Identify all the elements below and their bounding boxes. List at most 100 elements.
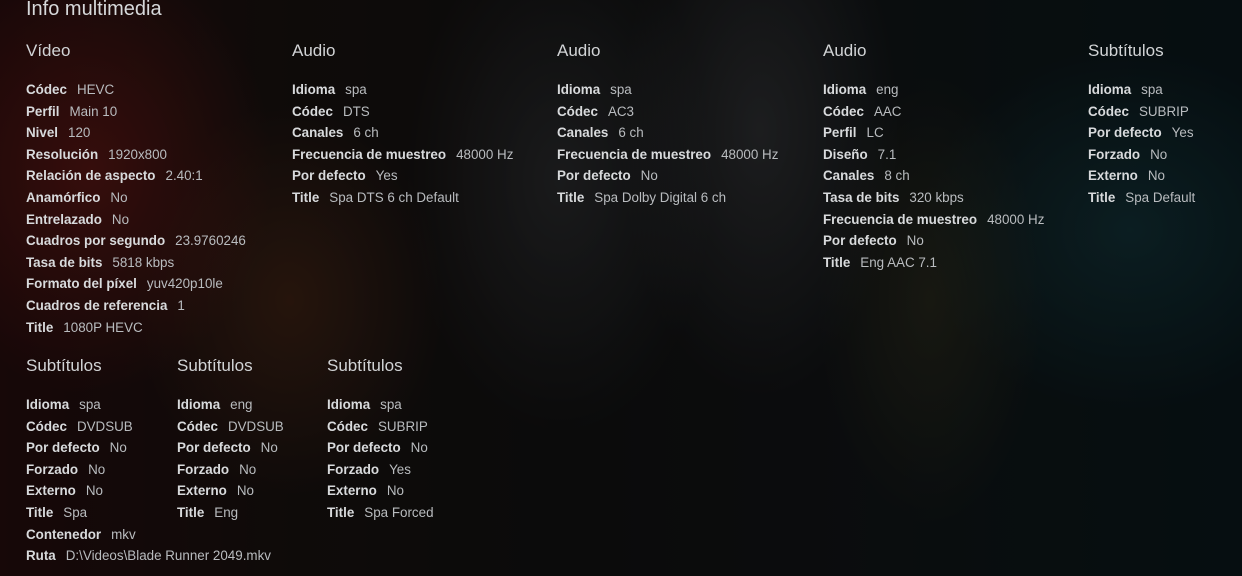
property-value: Yes	[389, 461, 411, 477]
property-label: Title	[177, 504, 205, 520]
property-value: 7.1	[877, 146, 897, 162]
property-row: Title Spa Forced	[327, 502, 434, 524]
property-label: Por defecto	[1088, 125, 1162, 141]
property-label: Códec	[823, 103, 864, 119]
property-label: Idioma	[327, 397, 371, 412]
property-label: Perfil	[26, 103, 60, 119]
property-row: Idioma spa	[557, 79, 778, 101]
video-stream-section: Vídeo Códec HEVC Perfil Main 10 Nivel 120 Reso…	[26, 40, 246, 338]
stream-properties: Idioma eng Códec AAC Perfil LC Diseño 7.1 Canale…	[823, 79, 1044, 273]
property-label: Por defecto	[327, 440, 401, 456]
property-value: No	[236, 483, 254, 499]
property-row: Canales 6 ch	[292, 122, 513, 144]
property-row: Externo No	[1088, 165, 1195, 187]
property-value: No	[410, 440, 428, 456]
property-label: Externo	[177, 483, 227, 499]
property-value: Spa	[63, 504, 88, 520]
property-label: Idioma	[1088, 82, 1132, 97]
property-value: No	[260, 440, 278, 456]
property-row: Códec SUBRIP	[1088, 101, 1195, 123]
property-value: spa	[1141, 82, 1163, 97]
subtitle-stream-section: Subtítulos Idioma spa Códec SUBRIP Por defec…	[1088, 40, 1195, 209]
property-label: Forzado	[177, 461, 230, 477]
property-value: SUBRIP	[1138, 103, 1189, 119]
property-row: Title 1080P HEVC	[26, 317, 246, 339]
property-label: Formato del píxel	[26, 276, 137, 292]
property-value: 1920x800	[108, 146, 167, 162]
property-row: Cuadros de referencia 1	[26, 295, 246, 317]
property-row: Forzado No	[177, 459, 284, 481]
property-label: Forzado	[1088, 146, 1141, 162]
property-label: Por defecto	[292, 168, 366, 184]
property-row: Códec AC3	[557, 101, 778, 123]
property-value: Main 10	[69, 103, 118, 119]
property-label: Externo	[1088, 168, 1138, 184]
property-label: Canales	[823, 168, 875, 184]
property-value: yuv420p10le	[146, 276, 223, 292]
property-value: Spa Forced	[364, 504, 434, 520]
property-value: 48000 Hz	[456, 146, 514, 162]
property-row: Formato del píxel yuv420p10le	[26, 273, 246, 295]
property-label: Contenedor	[26, 526, 102, 542]
property-label: Tasa de bits	[823, 189, 900, 205]
property-label: Canales	[292, 125, 344, 141]
property-row: Por defecto Yes	[1088, 122, 1195, 144]
property-label: Cuadros de referencia	[26, 297, 168, 313]
property-value: No	[906, 233, 924, 249]
property-label: Códec	[1088, 103, 1129, 119]
property-value: Eng AAC 7.1	[860, 254, 937, 270]
property-value: DTS	[342, 103, 370, 119]
section-title: Vídeo	[26, 41, 71, 60]
property-label: Códec	[327, 418, 368, 434]
property-row: Entrelazado No	[26, 209, 246, 231]
property-value: HEVC	[76, 82, 115, 97]
property-label: Perfil	[823, 125, 857, 141]
property-row: Códec DVDSUB	[177, 416, 284, 438]
property-row: Contenedor mkv	[26, 524, 271, 546]
property-value: Yes	[375, 168, 398, 184]
property-row: Códec SUBRIP	[327, 416, 434, 438]
property-value: Spa Default	[1125, 189, 1196, 205]
property-label: Códec	[26, 418, 67, 434]
property-value: No	[1147, 168, 1165, 184]
property-value: AAC	[873, 103, 902, 119]
property-label: Canales	[557, 125, 609, 141]
stream-properties: Idioma spa Códec SUBRIP Por defecto No Forzado…	[327, 394, 434, 524]
property-label: Ruta	[26, 548, 56, 564]
property-label: Por defecto	[26, 440, 100, 456]
stream-properties: Idioma spa Códec DTS Canales 6 ch Frecuencia d…	[292, 79, 513, 209]
property-value: Spa DTS 6 ch Default	[329, 189, 459, 205]
property-row: Por defecto No	[327, 437, 434, 459]
property-label: Idioma	[177, 397, 221, 412]
property-row: Perfil Main 10	[26, 101, 246, 123]
section-title: Subtítulos	[327, 356, 403, 375]
stream-properties: Idioma spa Códec AC3 Canales 6 ch Frecuencia d…	[557, 79, 778, 209]
property-value: 48000 Hz	[987, 211, 1045, 227]
property-row: Title Spa DTS 6 ch Default	[292, 187, 513, 209]
property-label: Idioma	[823, 82, 867, 97]
property-value: spa	[79, 397, 101, 412]
property-value: No	[110, 189, 128, 205]
stream-properties: Idioma spa Códec SUBRIP Por defecto Yes Forzad…	[1088, 79, 1195, 209]
property-row: Title Spa Default	[1088, 187, 1195, 209]
property-label: Códec	[26, 82, 67, 97]
property-row: Externo No	[177, 480, 284, 502]
audio-stream-section: Audio Idioma eng Códec AAC Perfil LC Diseño 7.1…	[823, 40, 1044, 273]
property-row: Frecuencia de muestreo 48000 Hz	[557, 144, 778, 166]
property-value: eng	[230, 397, 253, 412]
property-label: Por defecto	[177, 440, 251, 456]
property-row: Title Eng	[177, 502, 284, 524]
property-row: Códec HEVC	[26, 79, 246, 101]
property-label: Códec	[292, 103, 333, 119]
property-label: Forzado	[327, 461, 380, 477]
property-row: Forzado Yes	[327, 459, 434, 481]
property-value: eng	[876, 82, 899, 97]
audio-stream-section: Audio Idioma spa Códec DTS Canales 6 ch Frecue…	[292, 40, 513, 209]
property-value: 6 ch	[618, 125, 644, 141]
property-label: Frecuencia de muestreo	[823, 211, 978, 227]
property-value: No	[109, 440, 127, 456]
property-label: Title	[26, 504, 54, 520]
property-label: Idioma	[26, 397, 70, 412]
property-row: Tasa de bits 320 kbps	[823, 187, 1044, 209]
property-label: Title	[557, 189, 585, 205]
